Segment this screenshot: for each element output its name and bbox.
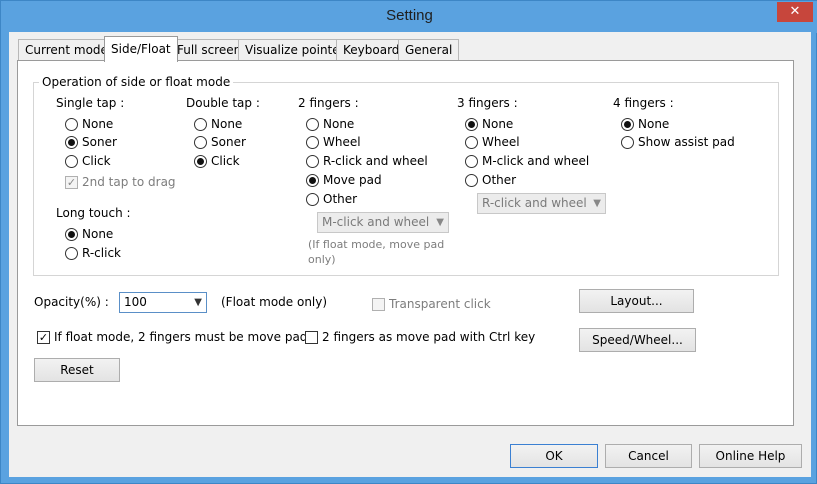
four-fingers-none-radio[interactable]: None bbox=[621, 116, 669, 132]
radio-icon bbox=[465, 135, 478, 149]
second-tap-drag-checkbox[interactable]: ✓ 2nd tap to drag bbox=[65, 174, 176, 190]
float-move-pad-checkbox[interactable]: ✓ If float mode, 2 fingers must be move p… bbox=[37, 329, 307, 345]
radio-icon bbox=[306, 117, 319, 131]
double-tap-soner-radio[interactable]: Soner bbox=[194, 134, 246, 150]
two-fingers-rclick-wheel-radio[interactable]: R-click and wheel bbox=[306, 153, 428, 169]
two-fingers-other-select[interactable]: M-click and wheel ▼ bbox=[317, 212, 449, 233]
opacity-combobox[interactable]: 100 ▼ bbox=[119, 292, 207, 313]
radio-icon bbox=[306, 135, 319, 149]
single-tap-none-radio[interactable]: None bbox=[65, 116, 113, 132]
three-fingers-other-radio[interactable]: Other bbox=[465, 172, 516, 188]
radio-icon bbox=[194, 117, 207, 131]
radio-icon bbox=[465, 154, 478, 168]
long-touch-none-radio[interactable]: None bbox=[65, 226, 113, 242]
three-fingers-other-select[interactable]: R-click and wheel ▼ bbox=[477, 193, 606, 214]
radio-icon bbox=[65, 246, 78, 260]
radio-selected-icon bbox=[465, 117, 478, 131]
transparent-click-checkbox[interactable]: Transparent click bbox=[372, 296, 491, 312]
four-fingers-assist-pad-radio[interactable]: Show assist pad bbox=[621, 134, 735, 150]
three-fingers-mclick-wheel-radio[interactable]: M-click and wheel bbox=[465, 153, 589, 169]
tab-general[interactable]: General bbox=[398, 39, 460, 61]
float-mode-only-label: (Float mode only) bbox=[221, 295, 328, 309]
double-tap-none-radio[interactable]: None bbox=[194, 116, 242, 132]
layout-button[interactable]: Layout... bbox=[579, 289, 694, 313]
window-title: Setting bbox=[386, 7, 433, 24]
close-icon: ✕ bbox=[789, 4, 801, 19]
radio-icon bbox=[194, 135, 207, 149]
double-tap-click-radio[interactable]: Click bbox=[194, 153, 240, 169]
single-tap-click-radio[interactable]: Click bbox=[65, 153, 111, 169]
checkmark-icon: ✓ bbox=[65, 175, 78, 189]
radio-icon bbox=[65, 154, 78, 168]
group-title: Operation of side or float mode bbox=[39, 75, 234, 89]
long-touch-rclick-radio[interactable]: R-click bbox=[65, 245, 121, 261]
chevron-down-icon: ▼ bbox=[593, 198, 601, 209]
three-fingers-label: 3 fingers : bbox=[457, 96, 518, 110]
three-fingers-wheel-radio[interactable]: Wheel bbox=[465, 134, 520, 150]
speed-wheel-button[interactable]: Speed/Wheel... bbox=[579, 328, 696, 352]
chevron-down-icon: ▼ bbox=[194, 297, 202, 308]
checkbox-icon bbox=[372, 297, 385, 311]
radio-icon bbox=[65, 117, 78, 131]
reset-button[interactable]: Reset bbox=[34, 358, 120, 382]
radio-icon bbox=[465, 173, 478, 187]
checkmark-icon: ✓ bbox=[37, 330, 50, 344]
radio-selected-icon bbox=[306, 173, 319, 187]
ok-button[interactable]: OK bbox=[510, 444, 598, 468]
tab-visualize-pointer[interactable]: Visualize pointer bbox=[238, 39, 352, 61]
radio-selected-icon bbox=[65, 135, 78, 149]
ctrl-move-pad-checkbox[interactable]: 2 fingers as move pad with Ctrl key bbox=[305, 329, 535, 345]
four-fingers-label: 4 fingers : bbox=[613, 96, 674, 110]
online-help-button[interactable]: Online Help bbox=[699, 444, 802, 468]
tab-keyboard[interactable]: Keyboard bbox=[336, 39, 407, 61]
three-fingers-none-radio[interactable]: None bbox=[465, 116, 513, 132]
tab-side-float[interactable]: Side/Float bbox=[104, 36, 178, 62]
long-touch-label: Long touch : bbox=[56, 206, 131, 220]
tab-full-screen[interactable]: Full screen bbox=[170, 39, 249, 61]
chevron-down-icon: ▼ bbox=[436, 217, 444, 228]
checkbox-icon bbox=[305, 330, 318, 344]
two-fingers-label: 2 fingers : bbox=[298, 96, 359, 110]
title-bar[interactable]: Setting ✕ bbox=[1, 1, 817, 33]
radio-selected-icon bbox=[65, 227, 78, 241]
cancel-button[interactable]: Cancel bbox=[605, 444, 692, 468]
single-tap-soner-radio[interactable]: Soner bbox=[65, 134, 117, 150]
close-button[interactable]: ✕ bbox=[777, 2, 813, 22]
radio-icon bbox=[306, 154, 319, 168]
tab-current-mode[interactable]: Current mode bbox=[18, 39, 115, 61]
two-fingers-move-pad-radio[interactable]: Move pad bbox=[306, 172, 382, 188]
radio-selected-icon bbox=[194, 154, 207, 168]
single-tap-label: Single tap : bbox=[56, 96, 125, 110]
opacity-label: Opacity(%) : bbox=[34, 295, 109, 309]
two-fingers-other-radio[interactable]: Other bbox=[306, 191, 357, 207]
double-tap-label: Double tap : bbox=[186, 96, 260, 110]
two-fingers-none-radio[interactable]: None bbox=[306, 116, 354, 132]
radio-selected-icon bbox=[621, 117, 634, 131]
radio-icon bbox=[306, 192, 319, 206]
float-mode-note: (If float mode, move pad only) bbox=[308, 238, 445, 266]
two-fingers-wheel-radio[interactable]: Wheel bbox=[306, 134, 361, 150]
radio-icon bbox=[621, 135, 634, 149]
